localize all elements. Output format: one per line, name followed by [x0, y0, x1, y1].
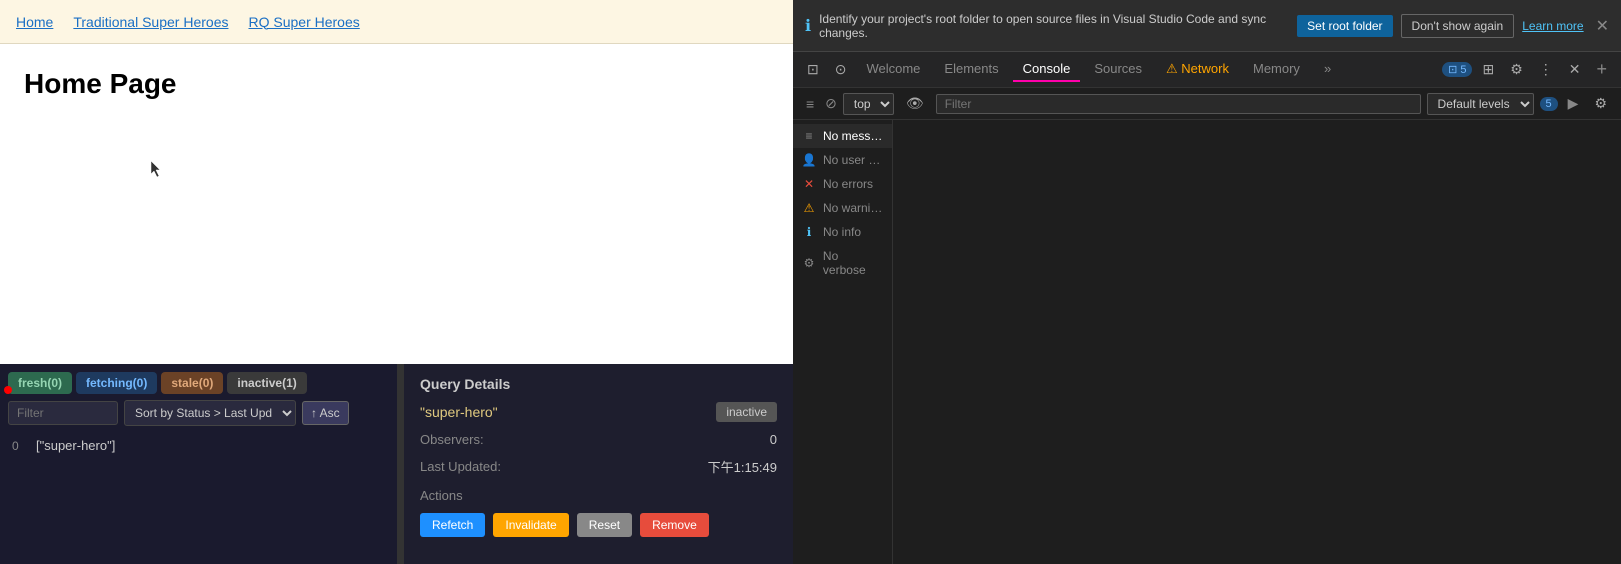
console-sidebar-info[interactable]: ℹ No info	[793, 220, 892, 244]
device-toolbar-icon[interactable]: ⊡	[801, 57, 825, 82]
rq-observers-value: 0	[770, 432, 777, 447]
user-messages-icon: 👤	[801, 153, 817, 167]
console-sidebar-verbose[interactable]: ⚙ No verbose	[793, 244, 892, 282]
rq-details-observers-row: Observers: 0	[420, 432, 777, 447]
vscode-banner: ℹ Identify your project's root folder to…	[793, 0, 1621, 52]
rq-filter-input[interactable]	[8, 401, 118, 425]
nav-home[interactable]: Home	[16, 14, 53, 30]
console-badge: 5	[1540, 97, 1558, 111]
rq-tab-stale[interactable]: stale(0)	[161, 372, 223, 394]
close-devtools-icon[interactable]: ✕	[1563, 57, 1587, 82]
add-tab-button[interactable]: +	[1590, 57, 1613, 82]
warnings-icon: ⚠	[801, 201, 817, 215]
devtools-panel: ℹ Identify your project's root folder to…	[793, 0, 1621, 564]
rq-details-updated-row: Last Updated: 下午1:15:49	[420, 457, 777, 476]
rq-updated-value: 下午1:15:49	[708, 457, 777, 476]
console-sidebar-user[interactable]: 👤 No user …	[793, 148, 892, 172]
console-context-select[interactable]: top	[843, 93, 894, 115]
settings-icon[interactable]: ⚙	[1504, 57, 1529, 82]
rq-status-badge: inactive	[716, 402, 777, 422]
tab-elements[interactable]: Elements	[934, 57, 1008, 82]
page-title: Home Page	[24, 68, 769, 100]
vscode-banner-message: Identify your project's root folder to o…	[819, 12, 1289, 40]
console-error-badge: ⊡ 5	[1442, 62, 1472, 77]
more-options-icon[interactable]: ⋮	[1533, 57, 1559, 82]
console-filter-input[interactable]	[936, 94, 1421, 114]
console-main	[893, 120, 1621, 564]
rq-tab-inactive[interactable]: inactive(1)	[227, 372, 306, 394]
tab-welcome[interactable]: Welcome	[856, 57, 930, 82]
verbose-icon: ⚙	[801, 256, 817, 270]
rq-observers-label: Observers:	[420, 432, 484, 447]
user-messages-label: No user …	[823, 153, 880, 167]
rq-updated-label: Last Updated:	[420, 459, 501, 474]
info-icon: ℹ	[801, 225, 817, 239]
nav-traditional[interactable]: Traditional Super Heroes	[73, 14, 228, 30]
console-clear-button[interactable]: ⊘	[825, 95, 837, 112]
rq-asc-button[interactable]: ↑ Asc	[302, 401, 349, 425]
tab-overflow[interactable]: »	[1314, 57, 1341, 82]
all-messages-icon: ≡	[801, 129, 817, 143]
rq-query-key: ["super-hero"]	[36, 438, 115, 453]
console-sidebar: ≡ No mess… 👤 No user … ✕ No errors ⚠ No …	[793, 120, 893, 564]
banner-close-button[interactable]: ✕	[1596, 16, 1609, 36]
rq-tab-fresh[interactable]: fresh(0)	[8, 372, 72, 394]
main-content: Home Page	[0, 44, 793, 364]
rq-dot	[4, 386, 12, 394]
console-toolbar: ≡ ⊘ top 👁 Default levels 5 ▶ ⚙	[793, 88, 1621, 120]
console-eye-icon[interactable]: 👁	[900, 91, 930, 116]
tab-sources[interactable]: Sources	[1084, 57, 1152, 82]
console-levels-select[interactable]: Default levels	[1427, 93, 1534, 115]
rq-invalidate-button[interactable]: Invalidate	[493, 513, 568, 537]
devtools-toolbar: ⊡ ⊙ Welcome Elements Console Sources ⚠ N…	[793, 52, 1621, 88]
dont-show-again-button[interactable]: Don't show again	[1401, 14, 1515, 38]
cursor	[150, 160, 162, 178]
rq-action-buttons: Refetch Invalidate Reset Remove	[420, 513, 777, 537]
console-sidebar-all[interactable]: ≡ No mess…	[793, 124, 892, 148]
rq-refetch-button[interactable]: Refetch	[420, 513, 485, 537]
rq-reset-button[interactable]: Reset	[577, 513, 632, 537]
warnings-label: No warni…	[823, 201, 882, 215]
devtools-settings-area: ⊡ 5 ⊞ ⚙ ⋮ ✕ +	[1440, 57, 1613, 82]
rq-details-key-row: "super-hero" inactive	[420, 402, 777, 422]
rq-remove-button[interactable]: Remove	[640, 513, 709, 537]
cast-icon[interactable]: ⊞	[1476, 57, 1500, 82]
rq-query-details: Query Details "super-hero" inactive Obse…	[403, 364, 793, 564]
rq-details-key: "super-hero"	[420, 404, 498, 420]
learn-more-link[interactable]: Learn more	[1522, 19, 1583, 33]
console-sidebar-warnings[interactable]: ⚠ No warni…	[793, 196, 892, 220]
web-app: Home Traditional Super Heroes RQ Super H…	[0, 0, 793, 564]
nav-bar: Home Traditional Super Heroes RQ Super H…	[0, 0, 793, 44]
console-sidebar-errors[interactable]: ✕ No errors	[793, 172, 892, 196]
console-body: ≡ No mess… 👤 No user … ✕ No errors ⚠ No …	[793, 120, 1621, 564]
errors-label: No errors	[823, 177, 873, 191]
tab-memory[interactable]: Memory	[1243, 57, 1310, 82]
rq-details-title: Query Details	[420, 376, 777, 392]
errors-icon: ✕	[801, 177, 817, 191]
tab-network[interactable]: ⚠ Network	[1156, 57, 1239, 83]
tab-console[interactable]: Console	[1013, 57, 1081, 82]
rq-observer-count: 0	[12, 439, 28, 453]
rq-sort-select[interactable]: Sort by Status > Last Upd	[124, 400, 296, 426]
verbose-label: No verbose	[823, 249, 884, 277]
set-root-folder-button[interactable]: Set root folder	[1297, 15, 1392, 37]
console-expand-icon[interactable]: ▶	[1564, 91, 1583, 116]
rq-tab-fetching[interactable]: fetching(0)	[76, 372, 157, 394]
console-gear-icon[interactable]: ⚙	[1588, 91, 1613, 116]
inspect-icon[interactable]: ⊙	[829, 57, 853, 82]
all-messages-label: No mess…	[823, 129, 882, 143]
rq-devtools: fresh(0) fetching(0) stale(0) inactive(1…	[0, 364, 793, 564]
console-sidebar-toggle[interactable]: ≡	[801, 94, 819, 114]
nav-rq[interactable]: RQ Super Heroes	[248, 14, 359, 30]
info-label: No info	[823, 225, 861, 239]
vscode-info-icon: ℹ	[805, 16, 811, 36]
rq-actions-label: Actions	[420, 488, 777, 503]
